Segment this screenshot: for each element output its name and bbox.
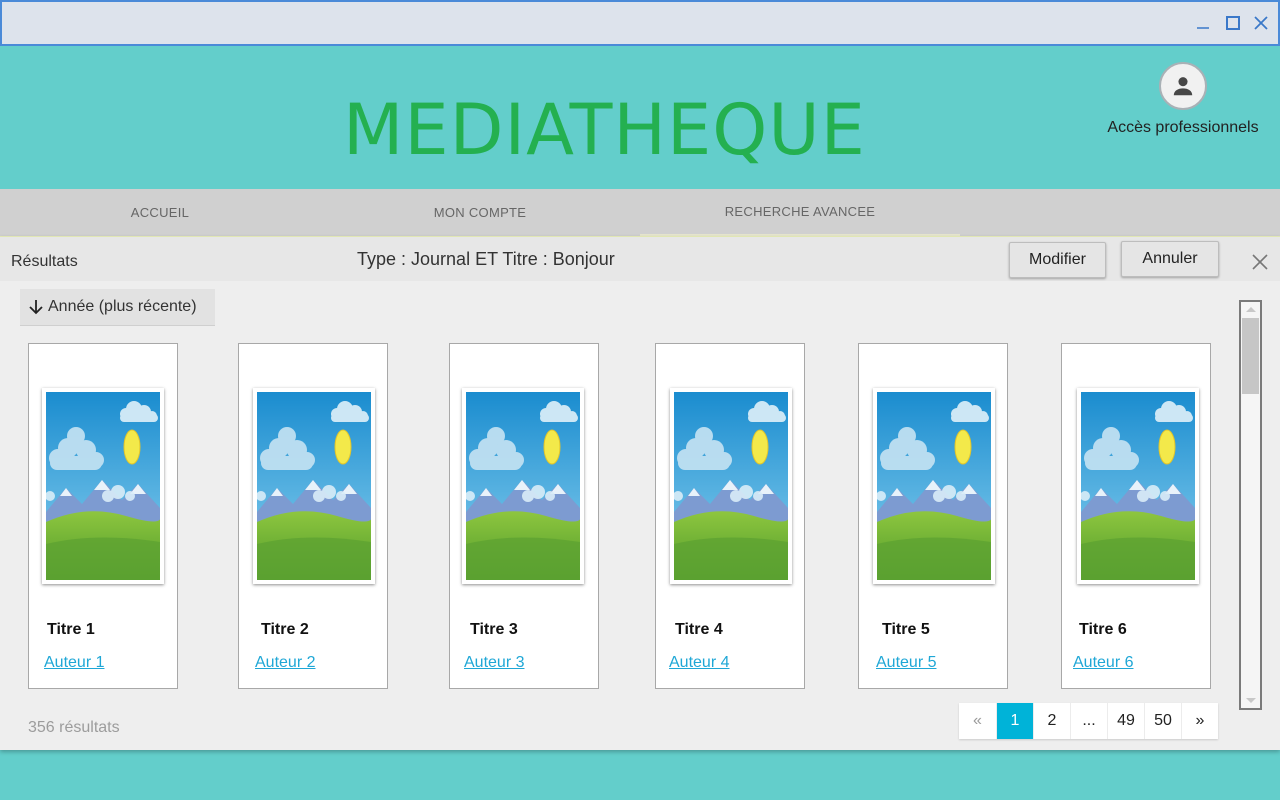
pagination-prev[interactable]: « [959, 703, 996, 739]
arrow-down-icon [28, 299, 44, 315]
card-author-link[interactable]: Auteur 5 [876, 654, 936, 672]
card-title: Titre 1 [47, 621, 95, 638]
maximize-icon[interactable] [1220, 10, 1246, 36]
results-toolbar: Résultats Type : Journal ET Titre : Bonj… [0, 236, 1280, 281]
pagination-page[interactable]: 50 [1144, 703, 1181, 739]
cover-image [253, 388, 375, 584]
sort-label: Année (plus récente) [48, 298, 197, 315]
cover-image [670, 388, 792, 584]
cover-image [873, 388, 995, 584]
app-title: MEDIATHEQUE [343, 89, 866, 171]
search-query: Type : Journal ET Titre : Bonjour [357, 249, 615, 269]
cancel-button[interactable]: Annuler [1121, 241, 1219, 277]
result-card[interactable]: Titre 3 Auteur 3 [449, 343, 599, 689]
card-author-link[interactable]: Auteur 4 [669, 654, 729, 672]
nav-item-mon-compte[interactable]: MON COMPTE [320, 189, 640, 236]
results-label: Résultats [11, 253, 78, 270]
scroll-up-icon[interactable] [1241, 302, 1260, 316]
card-title: Titre 6 [1079, 621, 1127, 638]
result-card[interactable]: Titre 5 Auteur 5 [858, 343, 1008, 689]
pagination: « 1 2 ... 49 50 » [959, 703, 1218, 739]
pagination-page[interactable]: 1 [996, 703, 1033, 739]
card-title: Titre 5 [882, 621, 930, 638]
results-count: 356 résultats [28, 719, 120, 736]
card-author-link[interactable]: Auteur 2 [255, 654, 315, 672]
main-nav: ACCUEIL MON COMPTE RECHERCHE AVANCEE [0, 189, 1280, 236]
results-panel: Résultats Type : Journal ET Titre : Bonj… [0, 236, 1280, 750]
result-card[interactable]: Titre 1 Auteur 1 [28, 343, 178, 689]
card-author-link[interactable]: Auteur 3 [464, 654, 524, 672]
sort-button[interactable]: Année (plus récente) [20, 289, 215, 326]
result-card[interactable]: Titre 4 Auteur 4 [655, 343, 805, 689]
card-author-link[interactable]: Auteur 6 [1073, 654, 1133, 672]
pro-access-button[interactable]: Accès professionnels [1098, 62, 1268, 137]
pagination-page[interactable]: 49 [1107, 703, 1144, 739]
app-header: MEDIATHEQUE Accès professionnels [0, 46, 1280, 189]
window-titlebar [0, 0, 1280, 46]
nav-item-accueil[interactable]: ACCUEIL [0, 189, 320, 236]
card-title: Titre 2 [261, 621, 309, 638]
pro-access-label: Accès professionnels [1107, 119, 1259, 136]
scrollbar-thumb[interactable] [1242, 318, 1259, 394]
scroll-down-icon[interactable] [1241, 694, 1260, 708]
vertical-scrollbar[interactable] [1239, 300, 1262, 710]
close-icon[interactable] [1248, 250, 1272, 274]
card-title: Titre 3 [470, 621, 518, 638]
cover-image [462, 388, 584, 584]
pagination-page[interactable]: 2 [1033, 703, 1070, 739]
user-icon [1159, 62, 1207, 110]
result-card[interactable]: Titre 6 Auteur 6 [1061, 343, 1211, 689]
card-title: Titre 4 [675, 621, 723, 638]
card-author-link[interactable]: Auteur 1 [44, 654, 104, 672]
cover-image [42, 388, 164, 584]
result-card[interactable]: Titre 2 Auteur 2 [238, 343, 388, 689]
modify-button[interactable]: Modifier [1009, 242, 1106, 278]
cover-image [1077, 388, 1199, 584]
minimize-icon[interactable] [1190, 10, 1216, 36]
pagination-next[interactable]: » [1181, 703, 1218, 739]
pagination-ellipsis: ... [1070, 703, 1107, 739]
close-icon[interactable] [1248, 10, 1274, 36]
nav-item-recherche-avancee[interactable]: RECHERCHE AVANCEE [640, 189, 960, 236]
